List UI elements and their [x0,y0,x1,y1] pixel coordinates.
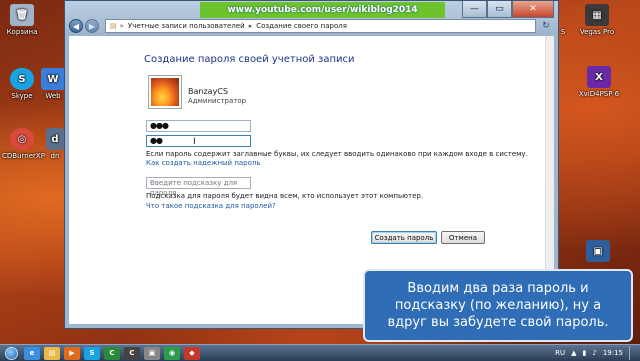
strong-password-link[interactable]: Как создать надежный пароль [146,159,261,167]
user-role: Администратор [188,97,247,105]
refresh-icon[interactable]: ↻ [538,19,554,33]
camtasia-icon: ◉ [168,349,176,357]
desktop-icon-cdburnerxp[interactable]: ◎ CDBurnerXP [2,128,45,160]
case-sensitivity-note: Если пароль содержит заглавные буквы, их… [146,150,528,158]
vegas-pro-icon: ▦ [585,4,609,26]
desktop-icon-web[interactable]: W Web [40,68,66,100]
close-button[interactable]: ✕ [512,1,554,18]
skype-icon: S [10,68,34,90]
navigation-bar: ◀ ▶ ▤ » Учетные записи пользователей ▸ С… [69,18,554,34]
breadcrumb-create-password[interactable]: Создание своего пароля [256,22,347,30]
app-icon: d [46,128,64,150]
app-icon: C [129,349,135,357]
xvid4psp-icon: X [587,66,611,88]
cdburner-icon: ◎ [10,128,34,150]
desktop-icon-app-right[interactable]: ▣ [586,240,610,264]
confirm-password-input[interactable]: ●● [146,135,251,147]
desktop-icon-label: Vegas Pro [579,28,615,36]
ie-icon: e [29,349,35,357]
taskbar: e ▤ ▶ S C C ▣ ◉ ◆ RU ▲ ▮ ♪ 19:15 [0,344,640,361]
minimize-button[interactable]: — [462,1,487,18]
desktop-icon-app[interactable]: d dn [44,128,66,160]
network-icon[interactable]: ▮ [582,349,586,357]
media-player-icon: ▶ [69,349,75,357]
desktop-icon-xvid4psp[interactable]: X XviD4PSP 6 [574,66,624,98]
taskbar-app-button[interactable]: ▣ [144,346,160,360]
app-icon: ▣ [148,349,156,357]
taskbar-explorer-button[interactable]: ▤ [44,346,60,360]
back-button[interactable]: ◀ [69,19,83,33]
show-desktop-button[interactable] [629,346,636,360]
breadcrumb-user-accounts[interactable]: Учетные записи пользователей [128,22,245,30]
breadcrumb-chevron-icon: » [119,22,124,30]
explorer-icon: ▤ [48,349,56,357]
desktop-icon-label: Корзина [6,28,38,36]
taskbar-ie-button[interactable]: e [24,346,40,360]
tray-arrow-icon[interactable]: ▲ [571,349,576,357]
address-bar[interactable]: ▤ » Учетные записи пользователей ▸ Созда… [105,19,536,33]
desktop-icon-vegas-pro[interactable]: ▦ Vegas Pro [577,4,617,36]
password-hint-input[interactable]: Введите подсказку для пароля [146,177,251,197]
hint-visibility-note: Подсказка для пароля будет видна всем, к… [146,192,424,200]
app-icon: ◆ [189,349,195,357]
language-indicator[interactable]: RU [555,349,565,357]
tutorial-caption-text: Вводим два раза пароль и подсказку (по ж… [387,281,609,330]
create-password-button[interactable]: Создать пароль [371,231,437,244]
password-hint-help-link[interactable]: Что такое подсказка для паролей? [146,202,276,210]
clock[interactable]: 19:15 [603,349,623,357]
volume-icon[interactable]: ♪ [592,349,596,357]
new-password-input[interactable]: ●●● [146,120,251,132]
skype-icon: S [89,349,95,357]
user-name: BanzayCS [188,87,228,96]
user-avatar [148,75,182,109]
desktop-icon-skype[interactable]: S Skype [2,68,42,100]
desktop-icon-label: dn [50,152,60,160]
desktop-icon-label: Web [45,92,61,100]
cancel-button[interactable]: Отмена [441,231,485,244]
app-icon: C [109,349,115,357]
desktop-icon-label: XviD4PSP 6 [578,90,620,98]
page-title: Создание пароля своей учетной записи [144,54,355,65]
recycle-bin-icon: 🗑 [10,4,34,26]
maximize-button[interactable]: ▭ [487,1,512,18]
web-icon: W [41,68,65,90]
taskbar-app-button[interactable]: C [104,346,120,360]
window-controls: — ▭ ✕ [462,1,554,18]
folder-icon: ▤ [110,22,117,30]
app-icon: ▣ [586,240,610,262]
desktop-icon-label: CDBurnerXP [2,152,45,160]
breadcrumb-chevron-icon: ▸ [248,22,253,30]
taskbar-app-button[interactable]: C [124,346,140,360]
tutorial-caption: Вводим два раза пароль и подсказку (по ж… [363,269,633,342]
taskbar-app-button[interactable]: ◆ [184,346,200,360]
taskbar-camtasia-button[interactable]: ◉ [164,346,180,360]
system-tray: RU ▲ ▮ ♪ 19:15 [549,345,636,361]
forward-button[interactable]: ▶ [85,19,99,33]
start-button[interactable] [0,345,22,361]
taskbar-skype-button[interactable]: S [84,346,100,360]
text-cursor-icon: I [193,137,196,147]
desktop-icon-label: Skype [11,92,33,100]
youtube-channel-banner: www.youtube.com/user/wikiblog2014 [200,2,445,18]
desktop-icon-recycle-bin[interactable]: 🗑 Корзина [2,4,42,36]
taskbar-media-player-button[interactable]: ▶ [64,346,80,360]
windows-logo-icon [4,346,18,360]
